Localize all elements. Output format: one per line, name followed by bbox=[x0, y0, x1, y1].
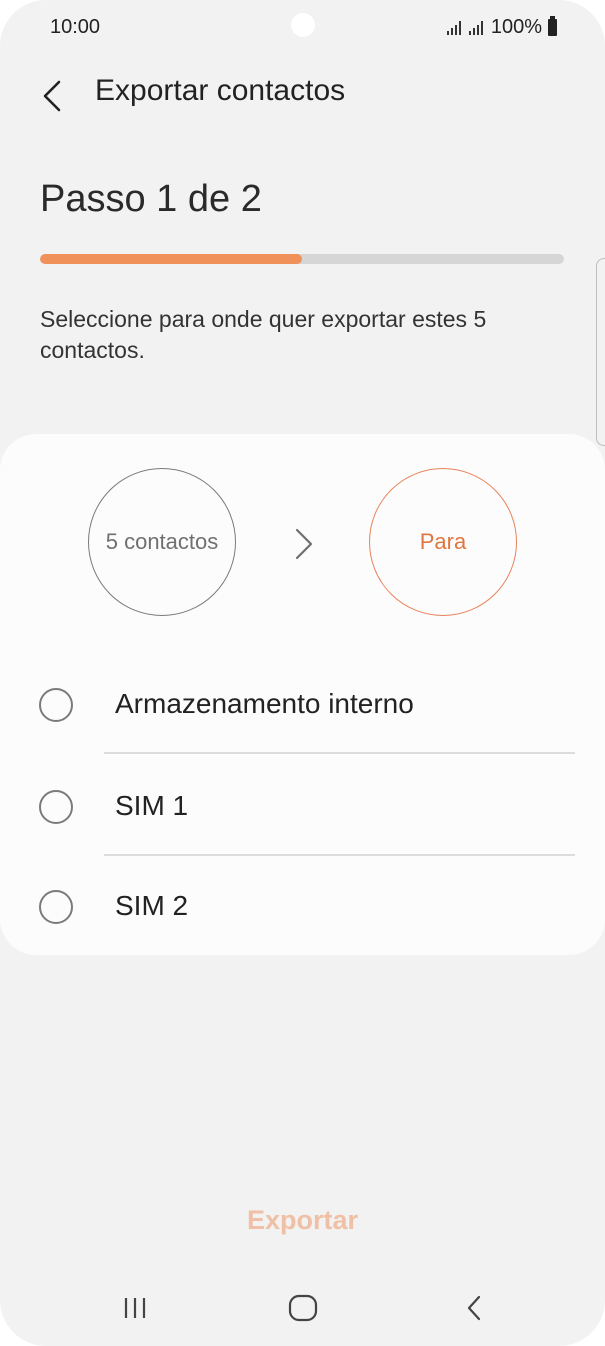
back-button[interactable] bbox=[30, 74, 74, 118]
destination-label: Para bbox=[419, 529, 467, 554]
phone-screen: 10:00 100% Exportar contactos Passo 1 de… bbox=[0, 0, 605, 1346]
chevron-left-icon bbox=[43, 80, 61, 112]
nav-home-button[interactable] bbox=[273, 1282, 333, 1334]
battery-percent: 100% bbox=[490, 16, 542, 38]
back-icon bbox=[467, 1295, 481, 1321]
radio-button[interactable] bbox=[39, 790, 73, 824]
option-label: SIM 2 bbox=[115, 890, 189, 921]
battery-icon bbox=[548, 16, 557, 36]
option-sim-2[interactable]: SIM 2 bbox=[0, 858, 605, 954]
radio-button[interactable] bbox=[39, 688, 73, 722]
chevron-right-icon bbox=[295, 528, 313, 560]
step-description: Seleccione para onde quer exportar estes… bbox=[40, 306, 487, 363]
option-label: Armazenamento interno bbox=[115, 688, 414, 719]
signal-sim1-icon bbox=[446, 20, 461, 35]
export-button[interactable]: Exportar bbox=[0, 1196, 605, 1244]
front-camera bbox=[291, 13, 315, 37]
destination-circle: Para bbox=[369, 468, 517, 616]
step-progress-fill bbox=[40, 254, 302, 264]
step-title: Passo 1 de 2 bbox=[40, 178, 262, 220]
option-label: SIM 1 bbox=[115, 790, 189, 821]
source-circle: 5 contactos bbox=[88, 468, 236, 616]
step-progress-bar bbox=[40, 254, 564, 264]
nav-back-button[interactable] bbox=[444, 1282, 504, 1334]
signal-sim2-icon bbox=[468, 20, 483, 35]
status-time: 10:00 bbox=[50, 16, 101, 38]
page-title: Exportar contactos bbox=[95, 74, 346, 107]
divider bbox=[104, 854, 575, 856]
radio-button[interactable] bbox=[39, 890, 73, 924]
export-options-card: 5 contactos Para Armazenamento interno S… bbox=[0, 434, 605, 955]
status-icons: 100% bbox=[446, 16, 557, 39]
recents-icon bbox=[124, 1298, 146, 1318]
scroll-indicator[interactable] bbox=[596, 258, 605, 446]
divider bbox=[104, 752, 575, 754]
option-sim-1[interactable]: SIM 1 bbox=[0, 758, 605, 854]
nav-recents-button[interactable] bbox=[105, 1282, 165, 1334]
status-bar: 10:00 100% bbox=[0, 0, 605, 60]
option-internal-storage[interactable]: Armazenamento interno bbox=[0, 656, 605, 752]
home-icon bbox=[288, 1294, 318, 1322]
source-label: 5 contactos bbox=[105, 529, 219, 554]
